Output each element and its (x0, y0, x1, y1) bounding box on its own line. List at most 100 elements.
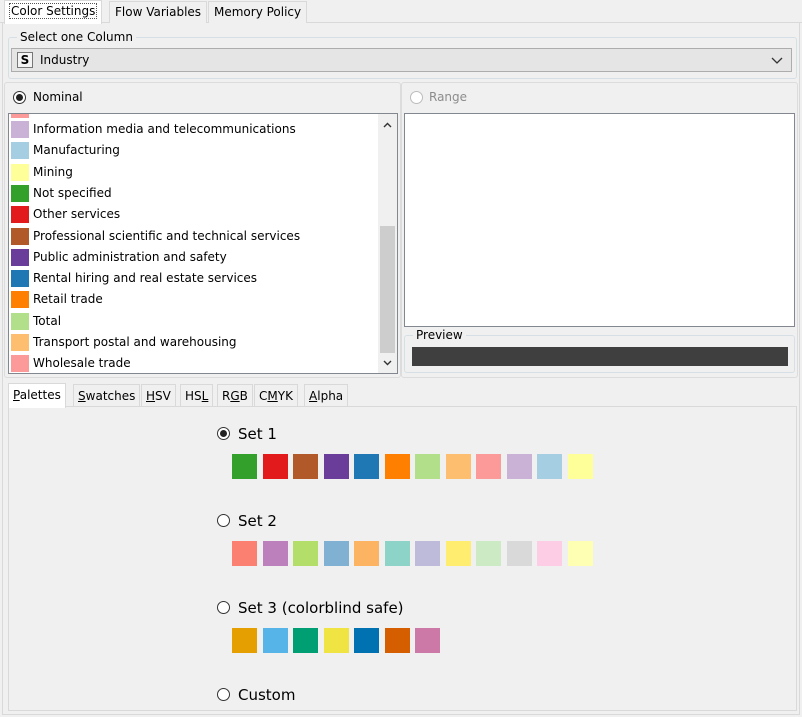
color-swatch (11, 248, 29, 266)
list-scrollbar[interactable] (378, 114, 397, 373)
scrollbar-thumb[interactable] (380, 226, 395, 353)
tab-label: CMYK (259, 389, 293, 403)
palette-label[interactable]: Set 3 (colorblind safe) (238, 599, 404, 617)
palette-color-chip[interactable] (415, 628, 440, 653)
range-label: Range (429, 90, 468, 104)
palette-color-chip[interactable] (323, 454, 349, 479)
list-item-label: Not specified (33, 185, 112, 200)
list-item[interactable]: Information media and telecommunications (9, 119, 377, 140)
color-swatch (11, 355, 29, 373)
palette-color-chip[interactable] (384, 628, 410, 653)
list-item[interactable]: Not specified (9, 183, 377, 204)
list-item[interactable]: Professional scientific and technical se… (9, 226, 377, 247)
list-item-label: Mining (33, 164, 73, 179)
list-item[interactable]: Transport postal and warehousing (9, 332, 377, 353)
list-item-label: Professional scientific and technical se… (33, 228, 301, 243)
partial-list-item-swatch (11, 114, 29, 118)
scroll-down-icon[interactable] (383, 358, 392, 367)
column-value: Industry (40, 53, 90, 67)
palette-color-chip[interactable] (506, 541, 532, 566)
palette-color-chip[interactable] (506, 454, 532, 479)
color-swatch (11, 142, 29, 160)
palettes-panel: Set 1 Set 2 Set 3 (colorblind safe) Custom (8, 406, 797, 711)
palette-color-chip[interactable] (567, 541, 593, 566)
color-swatch (11, 206, 29, 224)
palette-color-chip[interactable] (323, 628, 349, 653)
list-item[interactable]: Mining (9, 162, 377, 183)
palette-color-chip[interactable] (476, 541, 501, 566)
palette-color-chip[interactable] (293, 454, 318, 479)
palette-label[interactable]: Set 1 (238, 425, 277, 443)
range-radio[interactable] (410, 91, 423, 104)
palette-color-chip[interactable] (415, 454, 440, 479)
tab-label: Color Settings (8, 3, 98, 19)
palette-color-chip[interactable] (445, 541, 471, 566)
palette-color-chip[interactable] (354, 541, 379, 566)
tab-label: Flow Variables (115, 5, 202, 19)
tab-rgb[interactable]: RGB (217, 384, 253, 407)
list-item[interactable]: Total (9, 311, 377, 332)
palette-color-chip[interactable] (476, 454, 501, 479)
tab-swatches[interactable]: Swatches (73, 384, 141, 407)
palette-color-chip[interactable] (384, 454, 410, 479)
color-swatch (11, 121, 29, 138)
palette-color-chip[interactable] (232, 541, 257, 566)
palette-color-chip[interactable] (445, 454, 471, 479)
palette-radio[interactable] (217, 601, 230, 614)
palette-color-chip[interactable] (537, 454, 562, 479)
palette-color-chip[interactable] (232, 454, 257, 479)
chevron-down-icon (771, 57, 783, 64)
palette-color-chip[interactable] (262, 541, 288, 566)
list-item-label: Rental hiring and real estate services (33, 271, 258, 286)
tab-label: HSL (185, 389, 209, 403)
palette-color-chip[interactable] (415, 541, 440, 566)
color-swatch (11, 163, 29, 181)
palette-color-chip[interactable] (354, 628, 379, 653)
list-item[interactable]: Other services (9, 204, 377, 225)
tab-cmyk[interactable]: CMYK (254, 384, 298, 407)
palette-label[interactable]: Custom (238, 686, 295, 704)
preview-legend: Preview (413, 328, 466, 342)
palette-color-chip[interactable] (537, 541, 562, 566)
scroll-up-icon[interactable] (383, 121, 392, 130)
nominal-radio[interactable] (13, 91, 26, 104)
list-item[interactable]: Manufacturing (9, 140, 377, 161)
list-item[interactable]: Retail trade (9, 289, 377, 310)
tab-palettes[interactable]: Palettes (8, 383, 66, 408)
list-item[interactable]: Public administration and safety (9, 247, 377, 268)
list-item-label: Other services (33, 207, 121, 222)
list-item[interactable]: Rental hiring and real estate services (9, 268, 377, 289)
palette-label[interactable]: Set 2 (238, 512, 277, 530)
palette-radio[interactable] (217, 688, 230, 701)
tab-flow-variables[interactable]: Flow Variables (109, 1, 208, 23)
color-swatch (11, 184, 29, 202)
palette-color-chip[interactable] (293, 541, 318, 566)
nominal-values-list[interactable]: Information media and telecommunications… (8, 113, 398, 374)
palette-color-chip[interactable] (262, 628, 288, 653)
list-item[interactable]: Wholesale trade (9, 353, 377, 373)
color-swatch (11, 227, 29, 245)
list-item-label: Manufacturing (33, 143, 120, 158)
list-item-label: Retail trade (33, 292, 103, 307)
tab-label: Alpha (309, 389, 344, 403)
palette-radio[interactable] (217, 427, 230, 440)
list-item-label: Wholesale trade (33, 356, 131, 371)
palette-color-chip[interactable] (354, 454, 379, 479)
color-swatch (11, 334, 29, 351)
tab-color-settings[interactable]: Color Settings (4, 0, 103, 24)
palette-color-chip[interactable] (567, 454, 593, 479)
palette-color-chip[interactable] (384, 541, 410, 566)
palette-color-chip[interactable] (323, 541, 349, 566)
tab-hsl[interactable]: HSL (180, 384, 214, 407)
list-item-label: Total (33, 313, 62, 328)
tab-memory-policy[interactable]: Memory Policy (208, 1, 308, 23)
palette-color-chip[interactable] (293, 628, 318, 653)
palette-color-chip[interactable] (232, 628, 257, 653)
tab-alpha[interactable]: Alpha (304, 384, 349, 407)
palette-color-chip[interactable] (262, 454, 288, 479)
column-combobox[interactable]: S Industry (11, 48, 792, 72)
nominal-label: Nominal (33, 90, 83, 104)
tab-hsv[interactable]: HSV (141, 384, 176, 407)
string-type-icon: S (17, 52, 33, 68)
palette-radio[interactable] (217, 514, 230, 527)
